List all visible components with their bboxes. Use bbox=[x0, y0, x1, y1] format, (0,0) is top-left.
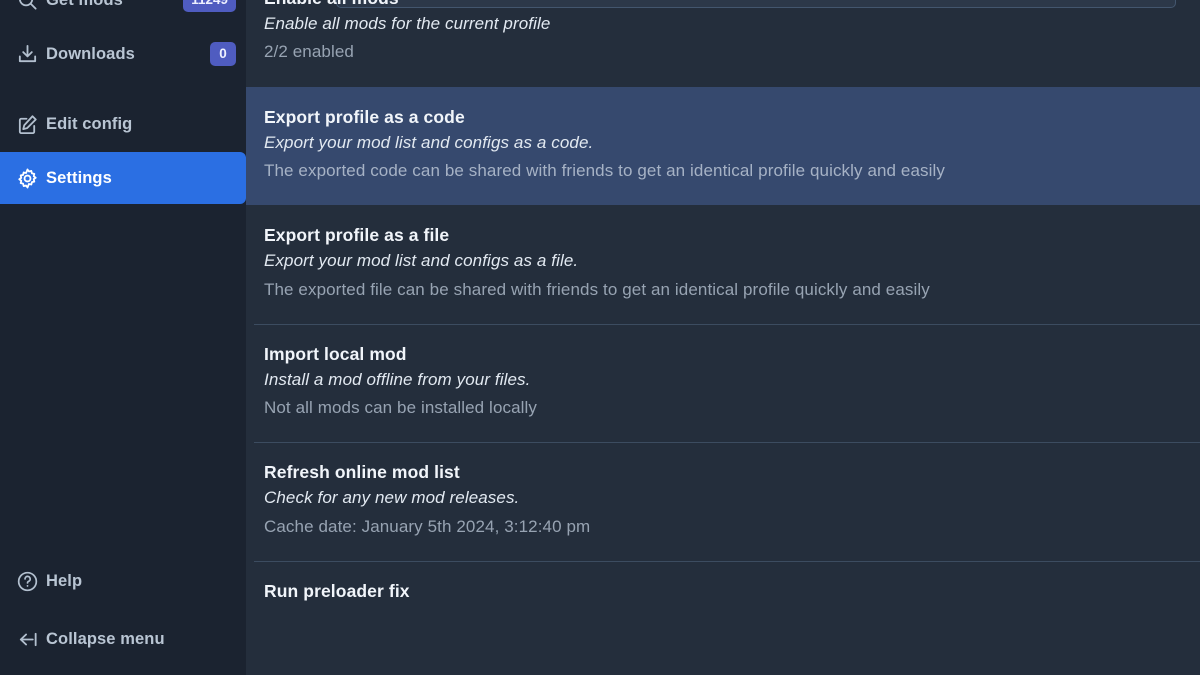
setting-row-enable-all-mods[interactable]: Enable all mods Enable all mods for the … bbox=[246, 0, 1200, 87]
setting-subtitle: Export your mod list and configs as a fi… bbox=[264, 251, 579, 271]
sidebar-item-settings[interactable]: Settings bbox=[0, 152, 246, 204]
sidebar-item-label-downloads: Downloads bbox=[46, 44, 135, 63]
main-content: Enable all mods Enable all mods for the … bbox=[246, 0, 1200, 675]
setting-note: Not all mods can be installed locally bbox=[264, 398, 538, 418]
setting-subtitle: Export your mod list and configs as a co… bbox=[264, 132, 594, 152]
edit-icon bbox=[8, 113, 46, 136]
setting-title: Import local mod bbox=[264, 343, 407, 364]
setting-title: Refresh online mod list bbox=[264, 462, 460, 483]
sidebar-item-label-settings: Settings bbox=[46, 168, 112, 187]
badge-downloads: 0 bbox=[210, 42, 236, 66]
setting-row-export-profile-as-a-code[interactable]: Export profile as a code Export your mod… bbox=[246, 86, 1200, 206]
gear-icon bbox=[8, 167, 46, 190]
setting-note: The exported file can be shared with fri… bbox=[264, 279, 930, 299]
sidebar-item-label-get-mods: Get mods bbox=[46, 0, 123, 10]
setting-note: 2/2 enabled bbox=[264, 42, 354, 62]
download-icon bbox=[8, 43, 46, 66]
sidebar-bottom-group: Help Collapse menu bbox=[0, 555, 246, 675]
sidebar-item-label-edit-config: Edit config bbox=[46, 114, 133, 133]
setting-row-run-preloader-fix[interactable]: Run preloader fix bbox=[246, 560, 1200, 623]
help-circle-icon bbox=[8, 570, 46, 593]
setting-title: Run preloader fix bbox=[264, 580, 410, 601]
setting-title: Enable all mods bbox=[264, 0, 1200, 10]
setting-note: Cache date: January 5th 2024, 3:12:40 pm bbox=[264, 516, 591, 536]
settings-list: Enable all mods Enable all mods for the … bbox=[246, 0, 1200, 623]
setting-row-import-local-mod[interactable]: Import local mod Install a mod offline f… bbox=[246, 323, 1200, 443]
sidebar-item-help[interactable]: Help bbox=[0, 555, 246, 607]
setting-subtitle: Check for any new mod releases. bbox=[264, 488, 520, 508]
sidebar-item-collapse-menu[interactable]: Collapse menu bbox=[0, 613, 246, 665]
sidebar-item-edit-config[interactable]: Edit config bbox=[0, 98, 246, 150]
app-window: Get mods 11249 Downloads 0 bbox=[0, 0, 1200, 675]
sidebar-item-get-mods[interactable]: Get mods 11249 bbox=[0, 0, 246, 26]
sidebar-nav-list: Get mods 11249 Downloads 0 bbox=[0, 0, 246, 206]
setting-note: The exported code can be shared with fri… bbox=[264, 160, 945, 180]
collapse-left-icon bbox=[8, 628, 46, 651]
setting-subtitle: Install a mod offline from your files. bbox=[264, 369, 531, 389]
sidebar-item-label-help: Help bbox=[46, 571, 83, 590]
badge-get-mods: 11249 bbox=[183, 0, 236, 12]
sidebar: Get mods 11249 Downloads 0 bbox=[0, 0, 246, 675]
setting-subtitle: Enable all mods for the current profile bbox=[264, 14, 551, 34]
sidebar-item-label-collapse-menu: Collapse menu bbox=[46, 629, 165, 648]
setting-title: Export profile as a code bbox=[264, 106, 465, 127]
sidebar-item-downloads[interactable]: Downloads 0 bbox=[0, 28, 246, 80]
setting-title: Export profile as a file bbox=[264, 225, 450, 246]
setting-row-export-profile-as-a-file[interactable]: Export profile as a file Export your mod… bbox=[246, 205, 1200, 324]
search-icon bbox=[8, 0, 46, 12]
setting-row-refresh-online-mod-list[interactable]: Refresh online mod list Check for any ne… bbox=[246, 442, 1200, 561]
